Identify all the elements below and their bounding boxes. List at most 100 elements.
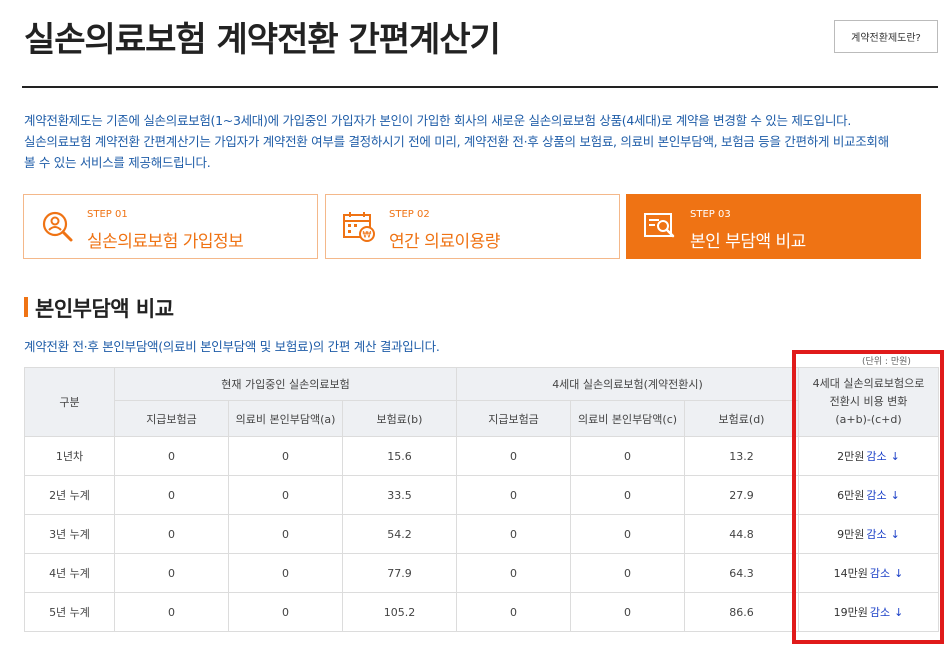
step-label: 연간 의료이용량 [389, 232, 500, 252]
table-body: 1년차 0 0 15.6 0 0 13.2 2만원 감소 ↓ 2년 누계 0 0 33.5 0 0 27.9 6만… [24, 436, 940, 632]
step-number: STEP 01 [87, 209, 128, 220]
header-cost-change-line: 4세대 실손의료보험으로 [812, 377, 925, 390]
step-number: STEP 03 [690, 209, 731, 220]
cell-cost-change: 9만원 감소 ↓ [798, 514, 940, 554]
unit-note: (단위 : 만원) [862, 357, 911, 367]
header-current-copay-a: 의료비 본인부담액(a) [228, 400, 343, 437]
cell-cur-b: 15.6 [341, 436, 458, 476]
header-new-paid-claims: 지급보험금 [456, 400, 572, 437]
cell-new-d: 44.8 [684, 514, 800, 554]
cell-new-c: 0 [570, 436, 686, 476]
cell-cost-change: 14만원 감소 ↓ [798, 553, 940, 593]
cell-cost-change: 6만원 감소 ↓ [798, 475, 940, 515]
cell-label: 4년 누계 [24, 553, 115, 593]
intro-line: 실손의료보험 계약전환 간편계산기는 가입자가 계약전환 여부를 결정하시기 전… [24, 134, 889, 149]
cell-label: 1년차 [24, 436, 115, 476]
svg-text:₩: ₩ [363, 231, 372, 241]
cell-cur-b: 105.2 [341, 592, 458, 632]
table-row: 4년 누계 0 0 77.9 0 0 64.3 14만원 감소 ↓ [24, 553, 940, 593]
header-current-insurance: 현재 가입중인 실손의료보험 [113, 367, 458, 401]
arrow-down-icon: ↓ [894, 567, 904, 580]
change-direction: 감소 [866, 450, 887, 463]
header-current-paid-claims: 지급보험금 [114, 400, 229, 437]
change-direction: 감소 [869, 567, 891, 580]
cell-cur-a: 0 [228, 475, 343, 515]
header-category: 구분 [24, 367, 115, 437]
table-row: 5년 누계 0 0 105.2 0 0 86.6 19만원 감소 ↓ [24, 592, 940, 632]
cell-new-d: 64.3 [684, 553, 800, 593]
change-direction: 감소 [869, 606, 891, 619]
cost-comparison-table: 구분 현재 가입중인 실손의료보험 4세대 실손의료보험(계약전환시) 4세대 … [24, 367, 940, 632]
header-cost-change-line: (a+b)-(c+d) [835, 413, 902, 426]
header-cost-change-line: 전환시 비용 변화 [829, 395, 908, 408]
cell-new-paid: 0 [456, 553, 572, 593]
step-3-cost-comparison[interactable]: STEP 03 본인 부담액 비교 [626, 194, 921, 259]
header-new-copay-c: 의료비 본인부담액(c) [570, 400, 686, 437]
cell-new-c: 0 [570, 514, 686, 554]
step-2-annual-medical-usage[interactable]: ₩ STEP 02 연간 의료이용량 [325, 194, 620, 259]
arrow-down-icon: ↓ [894, 606, 904, 619]
table-row: 1년차 0 0 15.6 0 0 13.2 2만원 감소 ↓ [24, 436, 940, 476]
arrow-down-icon: ↓ [890, 489, 900, 502]
cell-new-d: 27.9 [684, 475, 800, 515]
cell-cur-b: 54.2 [341, 514, 458, 554]
cell-new-paid: 0 [456, 514, 572, 554]
cell-cur-paid: 0 [114, 436, 229, 476]
change-direction: 감소 [866, 489, 887, 502]
step-label: 실손의료보험 가입정보 [87, 232, 244, 252]
cell-cur-paid: 0 [114, 553, 229, 593]
cell-new-paid: 0 [456, 436, 572, 476]
document-search-icon [644, 213, 675, 238]
step-number: STEP 02 [389, 209, 430, 220]
change-direction: 감소 [866, 528, 887, 541]
header-current-premium-b: 보험료(b) [341, 400, 458, 437]
arrow-down-icon: ↓ [890, 450, 900, 463]
cell-new-c: 0 [570, 592, 686, 632]
change-amount: 9만원 [837, 528, 865, 541]
title-divider [22, 86, 938, 88]
section-title-marker [24, 297, 28, 317]
cell-cur-paid: 0 [114, 475, 229, 515]
cell-cur-paid: 0 [114, 592, 229, 632]
change-amount: 6만원 [837, 489, 865, 502]
intro-line: 볼 수 있는 서비스를 제공해드립니다. [24, 155, 211, 170]
cell-cur-paid: 0 [114, 514, 229, 554]
page-title: 실손의료보험 계약전환 간편계산기 [24, 20, 501, 60]
cell-new-c: 0 [570, 553, 686, 593]
calendar-won-icon: ₩ [343, 212, 375, 242]
header-cost-change: 4세대 실손의료보험으로 전환시 비용 변화 (a+b)-(c+d) [798, 367, 940, 437]
header-new-premium-d: 보험료(d) [684, 400, 800, 437]
cell-label: 2년 누계 [24, 475, 115, 515]
cell-cur-b: 77.9 [341, 553, 458, 593]
table-row: 2년 누계 0 0 33.5 0 0 27.9 6만원 감소 ↓ [24, 475, 940, 515]
table-row: 3년 누계 0 0 54.2 0 0 44.8 9만원 감소 ↓ [24, 514, 940, 554]
step-1-enrollment-info[interactable]: STEP 01 실손의료보험 가입정보 [23, 194, 318, 259]
change-amount: 14만원 [833, 567, 868, 580]
intro-line: 계약전환제도는 기존에 실손의료보험(1~3세대)에 가입중인 가입자가 본인이… [24, 113, 852, 128]
change-amount: 19만원 [833, 606, 868, 619]
cell-cur-a: 0 [228, 592, 343, 632]
cell-cur-a: 0 [228, 553, 343, 593]
step-label: 본인 부담액 비교 [690, 232, 806, 252]
cell-cur-b: 33.5 [341, 475, 458, 515]
cell-new-d: 86.6 [684, 592, 800, 632]
cell-new-paid: 0 [456, 475, 572, 515]
cell-new-d: 13.2 [684, 436, 800, 476]
cell-label: 5년 누계 [24, 592, 115, 632]
change-amount: 2만원 [837, 450, 865, 463]
cell-label: 3년 누계 [24, 514, 115, 554]
step-navigation: STEP 01 실손의료보험 가입정보 ₩ STEP 02 연간 의료이용량 S… [23, 194, 921, 259]
cell-cost-change: 19만원 감소 ↓ [798, 592, 940, 632]
section-description: 계약전환 전·후 본인부담액(의료비 본인부담액 및 보험료)의 간편 계산 결… [24, 339, 440, 354]
person-search-icon [42, 211, 73, 242]
arrow-down-icon: ↓ [890, 528, 900, 541]
section-title: 본인부담액 비교 [35, 297, 174, 321]
cell-cost-change: 2만원 감소 ↓ [798, 436, 940, 476]
cell-new-c: 0 [570, 475, 686, 515]
header-new-insurance: 4세대 실손의료보험(계약전환시) [456, 367, 800, 401]
cell-cur-a: 0 [228, 436, 343, 476]
cell-cur-a: 0 [228, 514, 343, 554]
contract-conversion-guide-button[interactable]: 계약전환제도란? [834, 20, 938, 53]
cell-new-paid: 0 [456, 592, 572, 632]
intro-text: 계약전환제도는 기존에 실손의료보험(1~3세대)에 가입중인 가입자가 본인이… [24, 110, 934, 173]
